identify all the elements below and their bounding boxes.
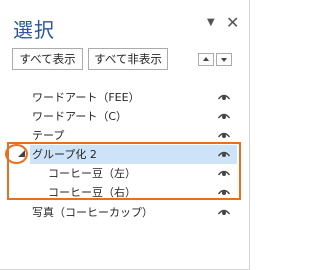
send-backward-button[interactable] xyxy=(216,53,232,66)
triangle-up-icon xyxy=(203,57,209,61)
show-all-button[interactable]: すべて表示 xyxy=(12,48,83,70)
close-icon[interactable]: ✕ xyxy=(226,13,239,32)
annotation-box xyxy=(7,142,241,200)
item-label: ワードアート（FEE） xyxy=(32,91,140,104)
list-item[interactable]: ワードアート（FEE） xyxy=(8,88,234,107)
list-item[interactable]: 写真（コーヒーカップ） xyxy=(8,203,234,222)
eye-icon[interactable] xyxy=(218,112,230,120)
pane-title: 選択 xyxy=(13,18,55,42)
hide-all-button[interactable]: すべて非表示 xyxy=(88,48,168,70)
selection-pane: 選択 ▼ ✕ すべて表示 すべて非表示 ワードアート（FEE） ワードアート（C… xyxy=(0,0,250,270)
eye-icon[interactable] xyxy=(218,93,230,101)
item-label: ワードアート（C） xyxy=(32,110,128,123)
dropdown-arrow-icon[interactable]: ▼ xyxy=(207,17,215,28)
eye-icon[interactable] xyxy=(218,131,230,139)
triangle-down-icon xyxy=(221,58,227,62)
eye-icon[interactable] xyxy=(218,208,230,216)
annotation-circle xyxy=(5,144,28,164)
item-label: 写真（コーヒーカップ） xyxy=(32,206,153,219)
list-item[interactable]: ワードアート（C） xyxy=(8,107,234,126)
bring-forward-button[interactable] xyxy=(198,53,214,66)
